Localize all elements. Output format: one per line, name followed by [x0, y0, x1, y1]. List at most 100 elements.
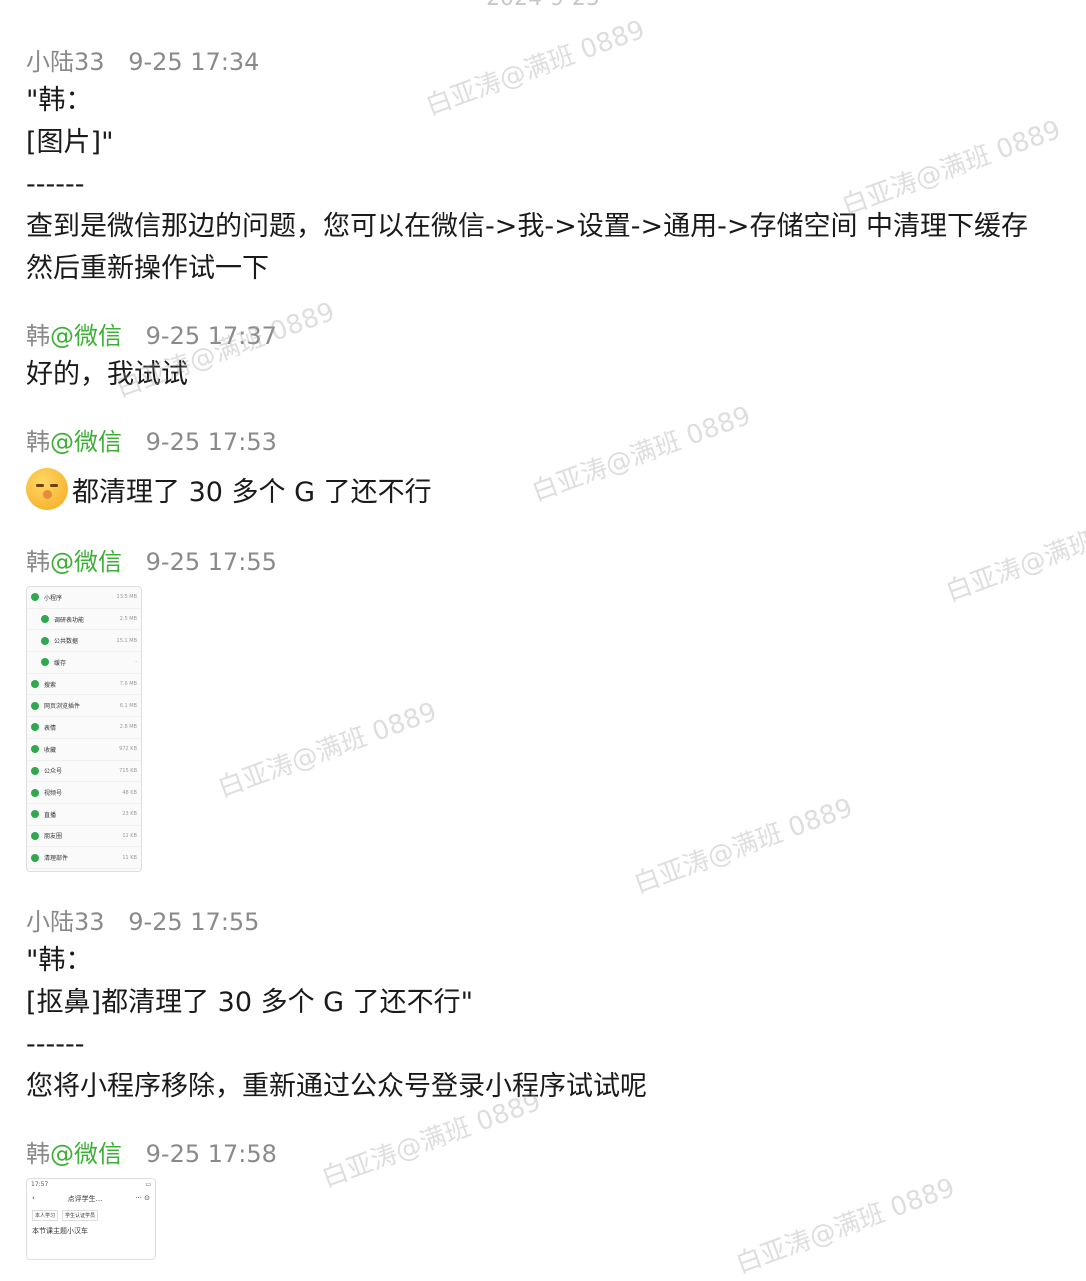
text-line: 都清理了 30 多个 G 了还不行: [72, 477, 432, 508]
storage-row-label: 调研表功能: [54, 616, 85, 624]
sender-name: 韩: [26, 1140, 50, 1168]
chat-message: 韩@微信 9-25 17:55 小程序 13.5 MB 调研表功能 2.5 MB 公共数…: [26, 544, 1076, 872]
checkbox-checked-icon: [31, 766, 39, 775]
miniprogram-nav: ‹ 点评学生... ··· ⊙: [27, 1190, 155, 1208]
status-time: 17:57: [31, 1181, 49, 1188]
checkbox-checked-icon: [31, 810, 39, 819]
sender-tag: @微信: [50, 322, 122, 350]
checkbox-checked-icon: [41, 658, 49, 667]
text-line: 查到是微信那边的问题，您可以在微信->我->设置->通用->存储空间 中清理下缓…: [26, 211, 1029, 242]
checkbox-checked-icon: [31, 680, 39, 689]
message-time: 9-25 17:58: [145, 1140, 277, 1168]
storage-row: 公众号 715 KB: [27, 761, 141, 783]
sender-name: 小陆33: [26, 48, 105, 76]
text-line: "韩：: [26, 85, 93, 116]
storage-row-size: 972 KB: [119, 746, 137, 753]
checkbox-checked-icon: [31, 853, 39, 862]
storage-row-label: 搜索: [44, 681, 57, 689]
battery-icon: ▭: [145, 1181, 151, 1188]
chat-message: 韩@微信 9-25 17:53 都清理了 30 多个 G 了还不行: [26, 424, 1076, 514]
storage-row-label: 公共数据: [54, 638, 79, 646]
text-line: ------: [26, 1029, 85, 1060]
storage-row-label: 朋友圈: [44, 833, 63, 841]
tab: 学生认证学员: [62, 1210, 99, 1221]
storage-row-label: 清理部件: [44, 855, 69, 863]
chat-message: 韩@微信 9-25 17:37 好的，我试试: [26, 318, 1076, 396]
tab-row: 本人学习 学生认证学员: [27, 1208, 155, 1223]
storage-row: 表情 2.8 MB: [27, 717, 141, 739]
storage-row-label: 缓存: [54, 659, 67, 667]
storage-row-size: 7.6 MB: [119, 681, 137, 688]
storage-row-size: 2.5 MB: [119, 616, 137, 623]
storage-row-size: 11 KB: [122, 854, 137, 861]
text-line: "韩：: [26, 945, 93, 976]
storage-row-size: 11 KB: [122, 832, 137, 839]
storage-row-size: 2.8 MB: [119, 724, 137, 731]
checkbox-checked-icon: [31, 593, 39, 602]
storage-row: 缓存 -: [27, 652, 141, 674]
text-line: [图片]": [26, 127, 114, 158]
date-header: 2024-9-25: [0, 0, 1086, 11]
storage-row-label: 网页浏览插件: [44, 703, 81, 711]
message-meta: 韩@微信 9-25 17:53: [26, 424, 1076, 460]
storage-row-label: 表情: [44, 724, 57, 732]
message-time: 9-25 17:34: [128, 48, 260, 76]
text-line: 您将小程序移除，重新通过公众号登录小程序试试呢: [26, 1071, 647, 1102]
sender-name: 小陆33: [26, 908, 105, 936]
more-icon: ··· ⊙: [135, 1194, 150, 1202]
message-time: 9-25 17:37: [145, 322, 277, 350]
storage-screenshot-image[interactable]: 小程序 13.5 MB 调研表功能 2.5 MB 公共数据 15.1 MB 缓存 - 搜索 7.6…: [26, 586, 142, 872]
text-line: 然后重新操作试一下: [26, 253, 269, 284]
message-time: 9-25 17:53: [145, 428, 277, 456]
storage-row: 直播 23 KB: [27, 804, 141, 826]
storage-row-size: 6.1 MB: [119, 702, 137, 709]
checkbox-checked-icon: [31, 745, 39, 754]
storage-row: 朋友圈 11 KB: [27, 826, 141, 848]
storage-row: 清理部件 11 KB: [27, 847, 141, 869]
storage-row-size: 48 KB: [122, 789, 137, 796]
storage-row-label: 收藏: [44, 746, 57, 754]
sender-name: 韩: [26, 548, 50, 576]
message-text: "韩： [抠鼻]都清理了 30 多个 G 了还不行" ------ 您将小程序移…: [26, 940, 1076, 1108]
checkbox-checked-icon: [31, 701, 39, 710]
storage-row-label: 视频号: [44, 790, 63, 798]
storage-row: 视频号 48 KB: [27, 782, 141, 804]
text-line: 好的，我试试: [26, 359, 188, 390]
message-text: 好的，我试试: [26, 354, 1076, 396]
storage-row-size: 15.1 MB: [116, 637, 137, 644]
checkbox-checked-icon: [31, 788, 39, 797]
sender-tag: @微信: [50, 1140, 122, 1168]
storage-row-size: -: [135, 659, 137, 666]
message-meta: 韩@微信 9-25 17:58: [26, 1136, 1076, 1172]
storage-row-size: 13.5 MB: [116, 594, 137, 601]
storage-row-label: 公众号: [44, 768, 63, 776]
storage-row-label: 直播: [44, 811, 57, 819]
checkbox-checked-icon: [41, 615, 49, 624]
text-line: ------: [26, 169, 85, 200]
back-icon: ‹: [32, 1194, 35, 1202]
storage-row: 调研表功能 2.5 MB: [27, 609, 141, 631]
storage-row: 小程序 13.5 MB: [27, 587, 141, 609]
nav-title: 点评学生...: [67, 1195, 103, 1203]
message-meta: 小陆33 9-25 17:55: [26, 904, 1076, 940]
message-meta: 小陆33 9-25 17:34: [26, 44, 1076, 80]
sender-name: 韩: [26, 322, 50, 350]
miniprogram-screenshot-image[interactable]: 17:57 ▭ ‹ 点评学生... ··· ⊙ 本人学习 学生认证学员 本节课主…: [26, 1178, 156, 1260]
storage-row: 收藏 972 KB: [27, 739, 141, 761]
tab: 本人学习: [32, 1210, 59, 1221]
storage-row: 公共数据 15.1 MB: [27, 630, 141, 653]
message-text: "韩： [图片]" ------ 查到是微信那边的问题，您可以在微信->我->设…: [26, 80, 1076, 290]
storage-row: 网页浏览插件 6.1 MB: [27, 695, 141, 718]
status-bar: 17:57 ▭: [27, 1179, 155, 1190]
message-time: 9-25 17:55: [145, 548, 277, 576]
nose-picking-emoji-icon: [26, 468, 68, 510]
message-meta: 韩@微信 9-25 17:55: [26, 544, 1076, 580]
chat-message: 韩@微信 9-25 17:58 17:57 ▭ ‹ 点评学生... ··· ⊙ …: [26, 1136, 1076, 1260]
storage-row-size: 23 KB: [122, 811, 137, 818]
checkbox-checked-icon: [31, 723, 39, 732]
storage-row-label: 小程序: [44, 594, 63, 602]
message-text: 都清理了 30 多个 G 了还不行: [26, 468, 1076, 514]
storage-row: 搜索 7.6 MB: [27, 674, 141, 696]
checkbox-checked-icon: [41, 636, 49, 645]
chat-message: 小陆33 9-25 17:34 "韩： [图片]" ------ 查到是微信那边…: [26, 44, 1076, 290]
